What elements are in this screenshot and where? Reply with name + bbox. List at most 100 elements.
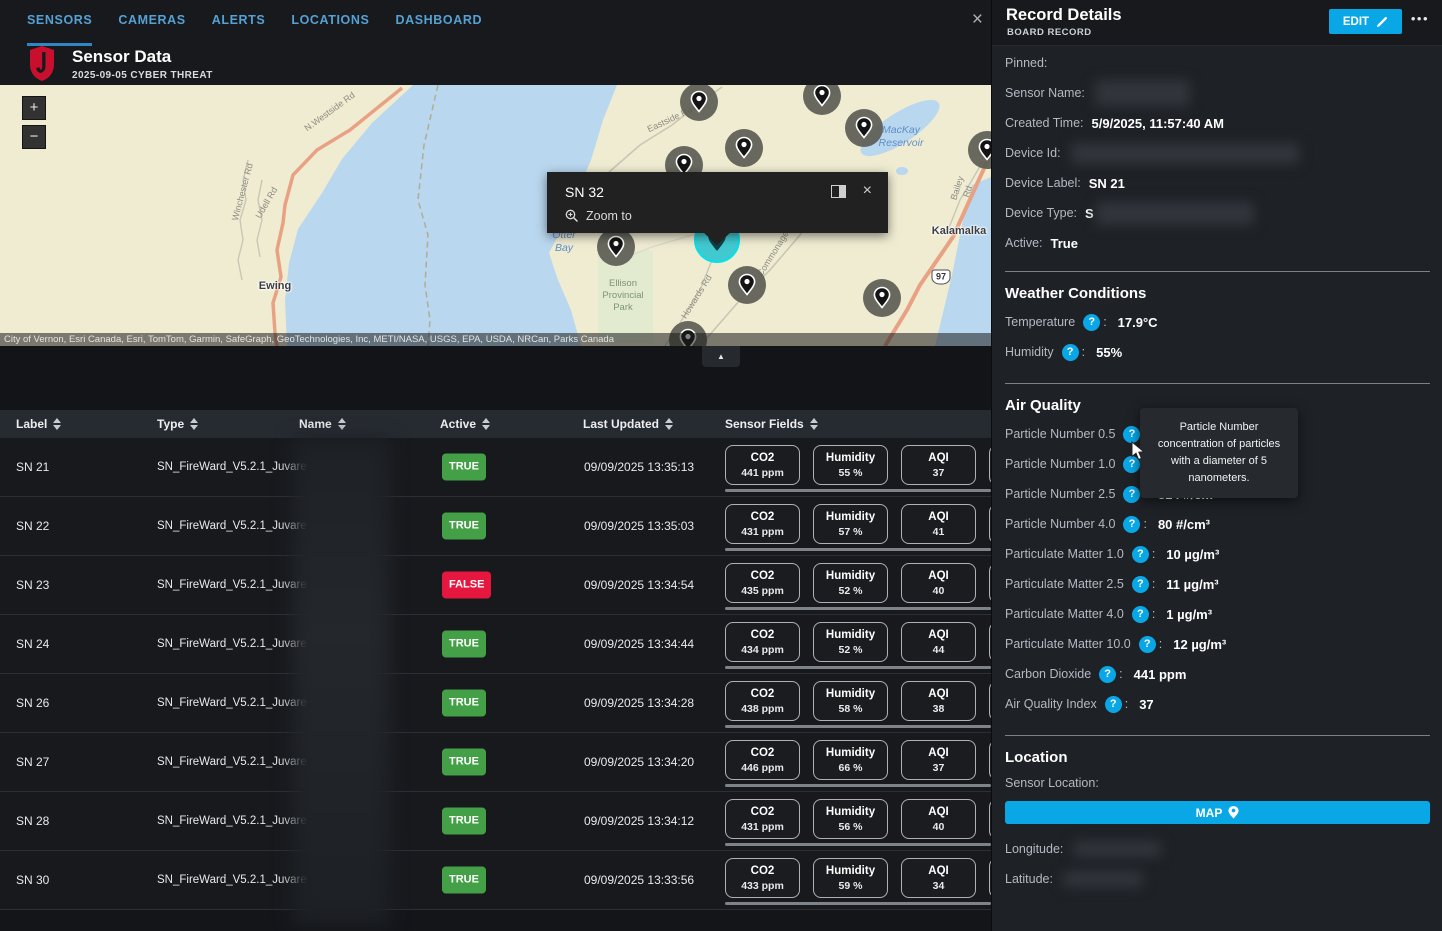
sensor-field-chip[interactable]: AQI 41 [901,504,976,544]
table-column-header[interactable]: Type [157,410,198,438]
sort-icon[interactable] [190,418,198,430]
sort-icon[interactable] [665,418,673,430]
sensor-field-chip[interactable]: Humidity 59 % [813,858,888,898]
location-fields: Longitude: Latitude: [1005,834,1430,894]
dock-icon[interactable] [831,185,846,203]
chips-scrollbar[interactable] [725,902,991,905]
table-row[interactable]: SN 24 SN_FireWard_V5.2.1_Juvare TRUE 09/… [0,615,991,674]
record-field: Device Id: [1005,138,1430,168]
record-field-value: S [1085,206,1094,221]
table-row[interactable]: SN 27 SN_FireWard_V5.2.1_Juvare TRUE 09/… [0,733,991,792]
colon-separator [1159,637,1162,651]
row-label: SN 22 [16,519,49,533]
sensor-field-chip[interactable]: AQI 44 [901,622,976,662]
chip-field-name: Humidity [826,688,875,700]
map-pin[interactable] [862,278,902,318]
map-label: MacKay Reservoir [879,124,924,150]
chips-scrollbar[interactable] [725,607,991,610]
map-pin[interactable] [727,265,767,305]
map-button[interactable]: MAP [1005,801,1430,824]
sensor-field-chip[interactable]: Humidity 66 % [813,740,888,780]
map-pin[interactable] [596,227,636,267]
chips-scrollbar[interactable] [725,725,991,728]
sort-icon[interactable] [53,418,61,430]
sensor-field-chip[interactable]: CO2 441 ppm [725,445,800,485]
chips-scrollbar[interactable] [725,489,991,492]
help-icon[interactable]: ? [1139,636,1156,653]
sensor-field-chip[interactable]: Humidity 52 % [813,563,888,603]
map-pin[interactable] [802,85,842,116]
sensor-field-chip[interactable]: AQI 38 [901,681,976,721]
nav-tab[interactable]: ALERTS [212,0,266,46]
sensor-field-chip[interactable]: Humidity 56 % [813,799,888,839]
sort-icon[interactable] [810,418,818,430]
table-column-header[interactable]: Last Updated [583,410,673,438]
map-pin[interactable] [679,85,719,122]
zoom-to-action[interactable]: Zoom to [565,209,632,223]
sensor-field-chip[interactable]: CO2 431 ppm [725,504,800,544]
sensor-field-chip[interactable]: CO2 438 ppm [725,681,800,721]
popup-close-icon[interactable]: × [863,182,872,200]
metric-label: Humidity [1005,345,1054,359]
nav-tab[interactable]: DASHBOARD [395,0,482,46]
help-icon[interactable]: ? [1132,606,1149,623]
sensor-field-chip[interactable]: CO2 433 ppm [725,858,800,898]
sensor-field-chip[interactable]: CO2 434 ppm [725,622,800,662]
chips-scrollbar[interactable] [725,666,991,669]
chips-scrollbar[interactable] [725,843,991,846]
help-icon[interactable]: ? [1123,516,1140,533]
close-icon[interactable]: × [972,10,983,29]
sensor-field-chip[interactable]: CO2 431 ppm [725,799,800,839]
more-options-button[interactable]: ••• [1411,11,1429,26]
map[interactable]: N.Westside Rd Winchester Rd Udell Rd Eas… [0,85,991,346]
sort-icon[interactable] [482,418,490,430]
sensor-field-chip[interactable]: AQI 37 [901,445,976,485]
table-row[interactable]: SN 21 SN_FireWard_V5.2.1_Juvare TRUE 09/… [0,438,991,497]
sensor-field-chip[interactable]: Humidity 55 % [813,445,888,485]
zoom-out-button[interactable]: − [22,125,46,149]
redacted-value [1073,841,1161,857]
chips-scrollbar[interactable] [725,548,991,551]
sensor-field-chip[interactable]: AQI 40 [901,563,976,603]
collapse-map-button[interactable]: ▲ [702,346,740,367]
edit-button[interactable]: EDIT [1329,9,1402,34]
sensor-field-chip[interactable]: Humidity 52 % [813,622,888,662]
help-icon[interactable]: ? [1105,696,1122,713]
zoom-in-button[interactable]: + [22,96,46,120]
sensor-field-chip[interactable]: Humidity 58 % [813,681,888,721]
table-column-header[interactable]: Name [299,410,346,438]
help-icon[interactable]: ? [1099,666,1116,683]
chip-field-value: 37 [933,467,945,479]
map-pin[interactable] [967,130,991,170]
sensor-field-chip[interactable]: AQI 37 [901,740,976,780]
sensor-field-chip[interactable]: CO2 435 ppm [725,563,800,603]
help-icon[interactable]: ? [1083,314,1100,331]
help-icon[interactable]: ? [1062,344,1079,361]
chips-scrollbar[interactable] [725,784,991,787]
nav-tab[interactable]: LOCATIONS [291,0,369,46]
table-row[interactable]: SN 26 SN_FireWard_V5.2.1_Juvare TRUE 09/… [0,674,991,733]
map-pin[interactable] [724,128,764,168]
map-pin[interactable] [844,108,884,148]
sensor-field-chip[interactable]: AQI 40 [901,799,976,839]
table-row[interactable]: SN 28 SN_FireWard_V5.2.1_Juvare TRUE 09/… [0,792,991,851]
nav-tab[interactable]: SENSORS [27,0,92,46]
table-row[interactable]: SN 23 SN_FireWard_V5.2.1_Juvare FALSE 09… [0,556,991,615]
help-icon[interactable]: ? [1132,546,1149,563]
help-icon[interactable]: ? [1132,576,1149,593]
help-icon[interactable]: ? [1123,486,1140,503]
record-field-label: Device Id: [1005,146,1061,160]
sensor-field-chip[interactable]: Humidity 57 % [813,504,888,544]
help-icon[interactable]: ? [1123,426,1140,443]
table-column-header[interactable]: Sensor Fields [725,410,818,438]
table-column-header[interactable]: Active [440,410,490,438]
sensor-field-chip[interactable]: CO2 446 ppm [725,740,800,780]
nav-tab[interactable]: CAMERAS [118,0,185,46]
table-row[interactable]: SN 30 SN_FireWard_V5.2.1_Juvare TRUE 09/… [0,851,991,910]
sensor-field-chip[interactable]: AQI 34 [901,858,976,898]
chip-field-name: CO2 [751,629,775,641]
table-row[interactable]: SN 22 SN_FireWard_V5.2.1_Juvare TRUE 09/… [0,497,991,556]
active-status-badge: TRUE [442,808,486,835]
table-column-header[interactable]: Label [16,410,61,438]
sort-icon[interactable] [338,418,346,430]
